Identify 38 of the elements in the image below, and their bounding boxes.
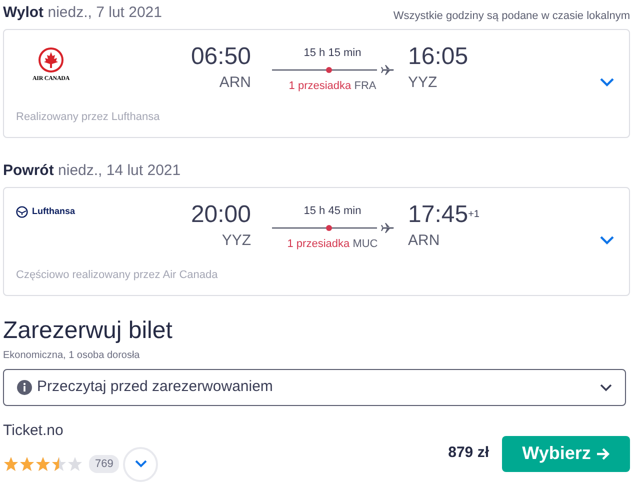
arrival-time: 17:45$^{+1}$ — [408, 200, 480, 230]
flight-card[interactable]: Lufthansa 20:00 YYZ 15 h 45 min 1 przesiadka MUC 17:45$^{+1}$ ARN Częściowo realizowany przez Air Canada — [3, 187, 630, 296]
arrival-airport: ARN — [408, 231, 440, 251]
chevron-down-icon — [134, 460, 147, 468]
star-icon — [67, 456, 83, 472]
arrival-time: 16:05 — [408, 42, 468, 72]
flight-duration: 15 h 45 min — [304, 204, 362, 219]
arrival-airport: YYZ — [408, 73, 438, 93]
star-icon — [3, 456, 19, 472]
airline-logo-text: Lufthansa — [32, 205, 76, 218]
booking-subtitle: Ekonomiczna, 1 osoba dorosła — [3, 349, 141, 363]
star-icon — [19, 456, 35, 472]
departure-time: 06:50 — [190, 42, 251, 72]
review-count: 769 — [89, 455, 120, 473]
operator-note: Realizowany przez Lufthansa — [16, 110, 161, 124]
flight-duration: 15 h 15 min — [304, 46, 362, 61]
leg-heading: Powrót niedz., 14 lut 2021 — [3, 160, 181, 180]
stops-info: 1 przesiadka MUC — [287, 236, 378, 252]
star-icon — [51, 456, 67, 472]
booking-title: Zarezerwuj bilet — [3, 316, 174, 346]
notice-dropdown[interactable]: Przeczytaj przed zarezerwowaniem — [3, 369, 626, 406]
crane-logo-icon — [16, 206, 28, 218]
arrow-right-icon — [596, 448, 610, 460]
operator-note: Częściowo realizowany przez Air Canada — [16, 268, 219, 282]
timezone-note: Wszystkie godziny są podane w czasie lokalnym — [393, 8, 630, 24]
chevron-down-icon — [600, 384, 612, 392]
maple-leaf-logo-icon — [38, 47, 64, 73]
departure-time: 20:00 — [190, 200, 251, 230]
departure-airport: ARN — [219, 73, 251, 93]
leg-heading: Wylot niedz., 7 lut 2021 — [3, 2, 162, 22]
price: 879 zł — [448, 443, 489, 464]
star-icon — [35, 456, 51, 472]
chevron-down-icon[interactable] — [599, 77, 615, 87]
provider-name: Ticket.no — [3, 421, 64, 441]
departure-airport: YYZ — [222, 231, 251, 251]
stops-info: 1 przesiadka FRA — [288, 78, 376, 94]
info-icon — [17, 380, 32, 395]
chevron-down-icon[interactable] — [599, 235, 615, 245]
